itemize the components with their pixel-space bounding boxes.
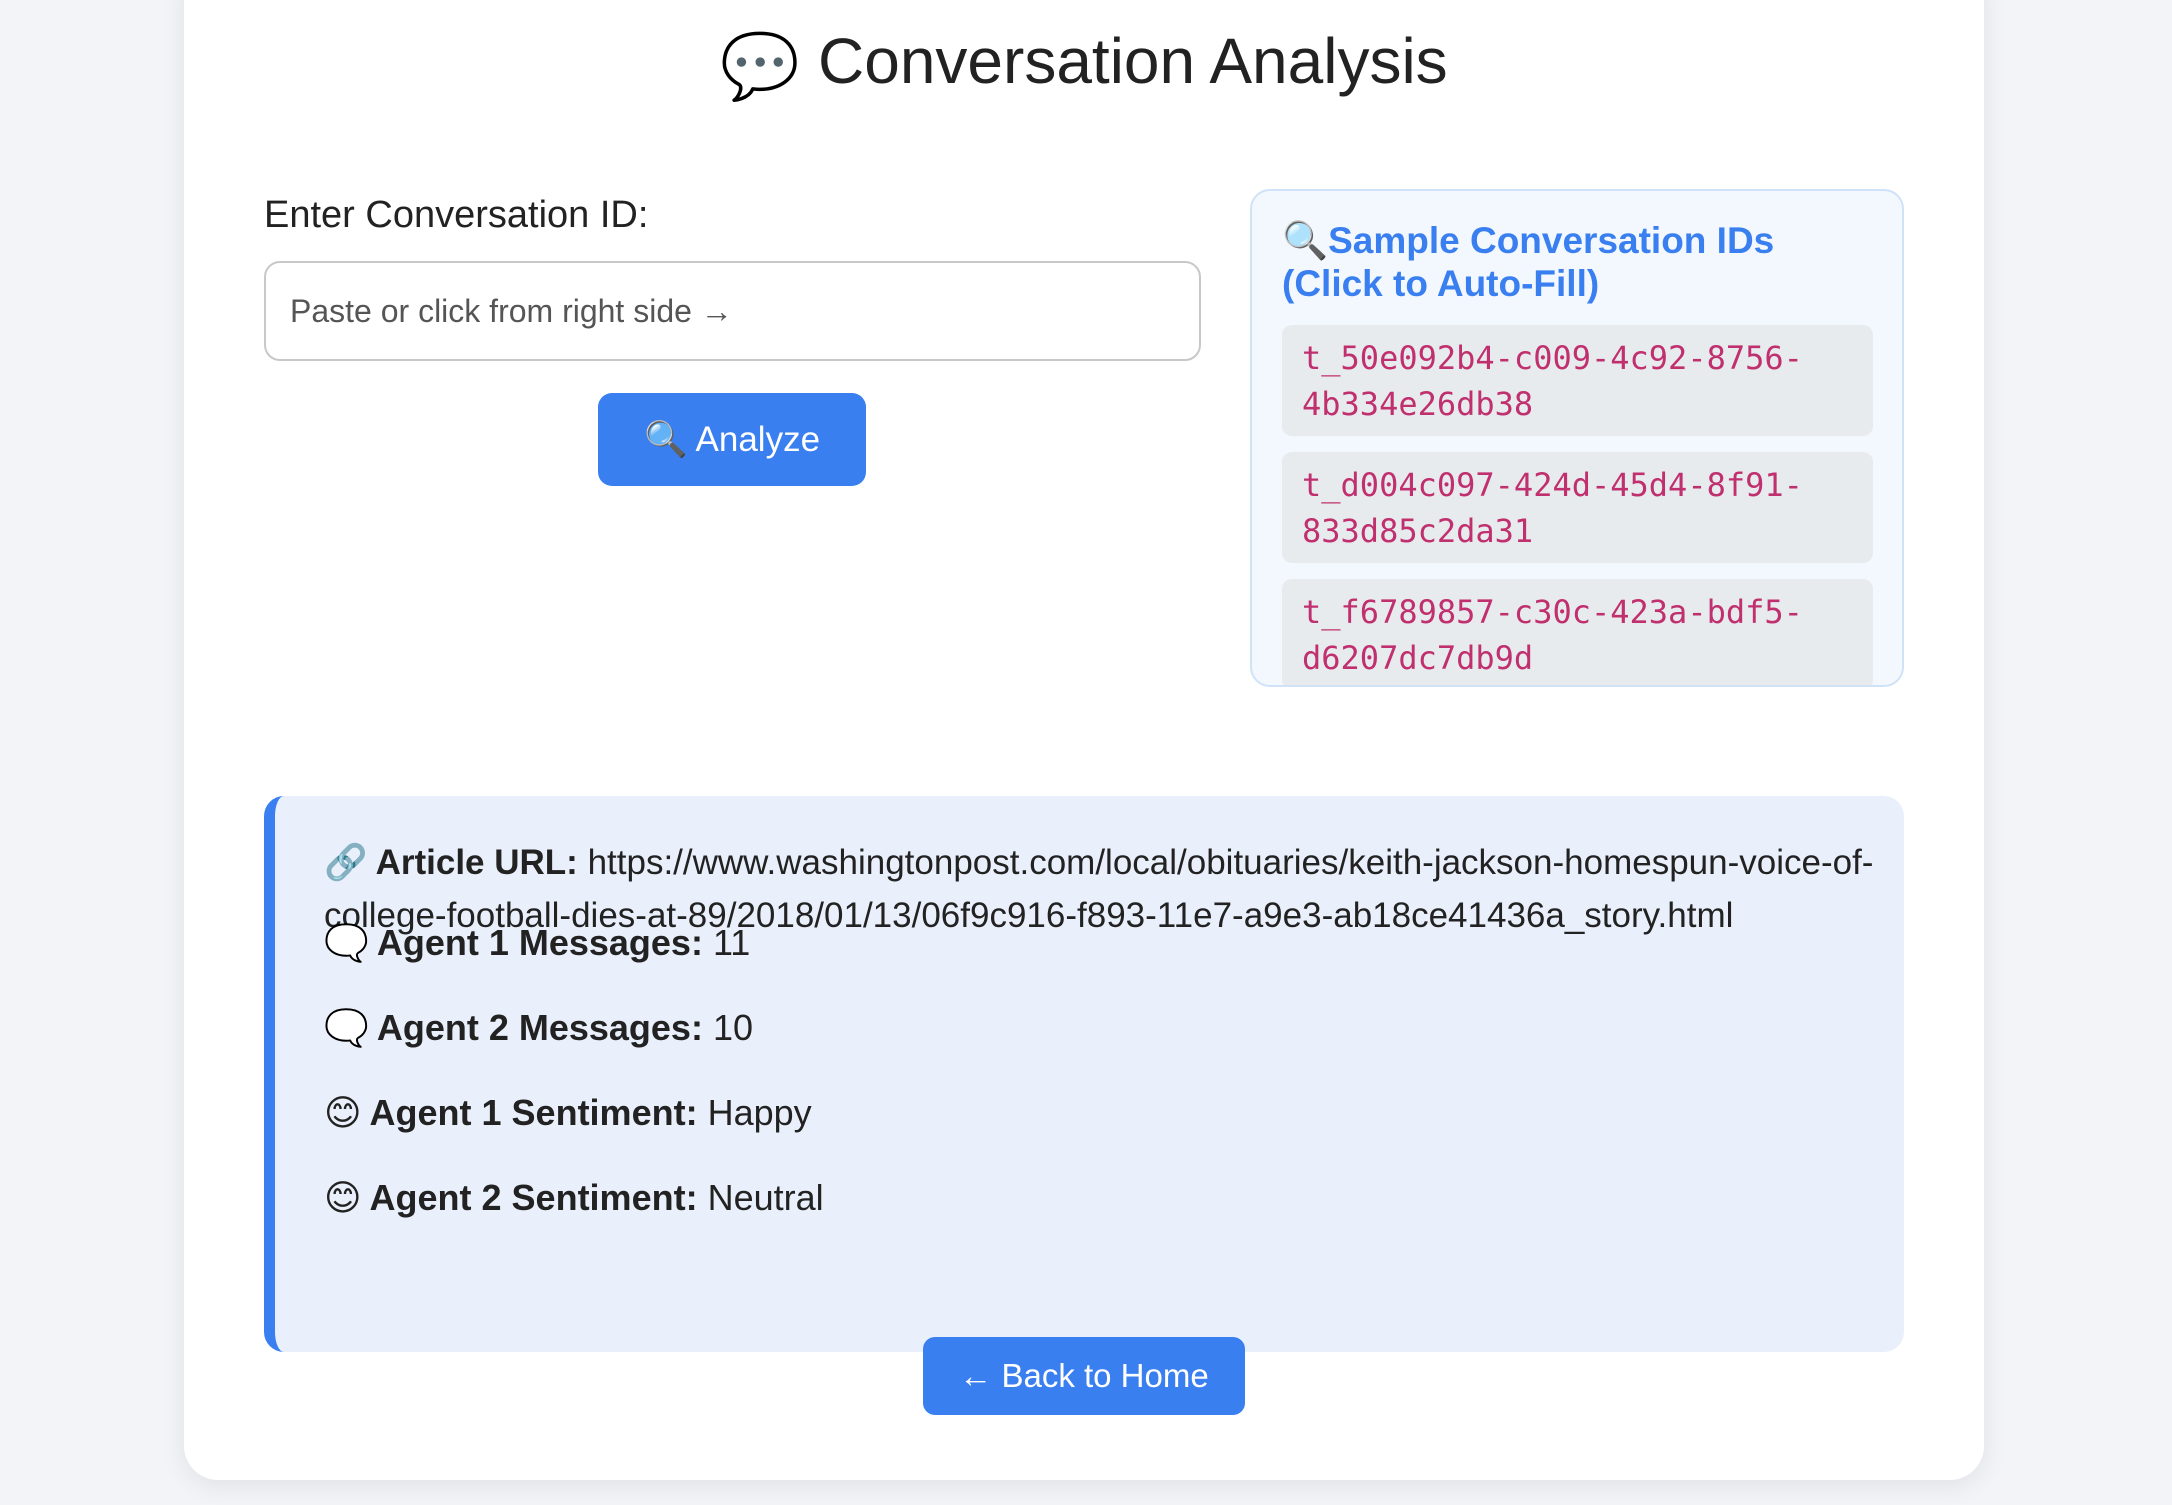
article-url-label: Article URL:: [375, 843, 578, 882]
smiley-icon: 😊: [324, 1177, 362, 1218]
agent1-sentiment-value: Happy: [707, 1092, 812, 1133]
speech-bubble-icon: 💬: [720, 29, 801, 102]
sample-id-text-line2: d6207dc7db9d: [1302, 639, 1534, 677]
agent1-messages-label: Agent 1 Messages:: [376, 922, 703, 963]
agent2-sentiment-row: 😊 Agent 2 Sentiment: Neutral: [324, 1177, 824, 1219]
link-icon: 🔗: [324, 843, 368, 882]
speech-balloon-icon: 🗨️: [324, 1007, 369, 1048]
sample-id-item[interactable]: t_50e092b4-c009-4c92-8756- 4b334e26db38: [1282, 325, 1873, 436]
sample-id-text-line1: t_f6789857-c30c-423a-bdf5-: [1302, 593, 1803, 631]
agent2-sentiment-label: Agent 2 Sentiment:: [369, 1177, 698, 1218]
agent1-messages-row: 🗨️ Agent 1 Messages: 11: [324, 922, 750, 964]
sample-id-item[interactable]: t_f6789857-c30c-423a-bdf5- d6207dc7db9d: [1282, 579, 1873, 685]
back-to-home-button[interactable]: ← Back to Home: [923, 1337, 1245, 1415]
page-title-text: Conversation Analysis: [818, 25, 1448, 97]
speech-balloon-icon: 🗨️: [324, 922, 369, 963]
conversation-id-input[interactable]: [264, 261, 1201, 361]
conversation-id-label: Enter Conversation ID:: [264, 194, 649, 236]
magnifier-icon: 🔍: [1282, 220, 1329, 261]
agent1-sentiment-row: 😊 Agent 1 Sentiment: Happy: [324, 1092, 812, 1134]
agent2-messages-label: Agent 2 Messages:: [376, 1007, 703, 1048]
agent2-messages-row: 🗨️ Agent 2 Messages: 10: [324, 1007, 753, 1049]
sample-ids-panel: 🔍Sample Conversation IDs (Click to Auto-…: [1250, 189, 1904, 687]
sample-ids-title-text: Sample Conversation IDs (Click to Auto-F…: [1282, 220, 1775, 304]
magnifier-icon: 🔍: [643, 420, 688, 459]
analysis-result-panel: 🔗 Article URL: https://www.washingtonpost…: [264, 796, 1904, 1352]
agent1-sentiment-label: Agent 1 Sentiment:: [369, 1092, 698, 1133]
sample-id-text-line1: t_50e092b4-c009-4c92-8756-: [1302, 339, 1803, 377]
analyze-button[interactable]: 🔍 Analyze: [598, 393, 866, 486]
sample-ids-title: 🔍Sample Conversation IDs (Click to Auto-…: [1282, 219, 1882, 305]
sample-id-text-line2: 4b334e26db38: [1302, 385, 1534, 423]
sample-id-item[interactable]: t_d004c097-424d-45d4-8f91- 833d85c2da31: [1282, 452, 1873, 563]
sample-id-text-line1: t_d004c097-424d-45d4-8f91-: [1302, 466, 1803, 504]
agent2-sentiment-value: Neutral: [707, 1177, 824, 1218]
analyze-button-label: Analyze: [695, 419, 821, 459]
agent2-messages-value: 10: [712, 1007, 753, 1048]
sample-id-text-line2: 833d85c2da31: [1302, 512, 1534, 550]
smiley-icon: 😊: [324, 1092, 362, 1133]
page-title: 💬 Conversation Analysis: [184, 24, 1984, 104]
agent1-messages-value: 11: [712, 922, 751, 963]
